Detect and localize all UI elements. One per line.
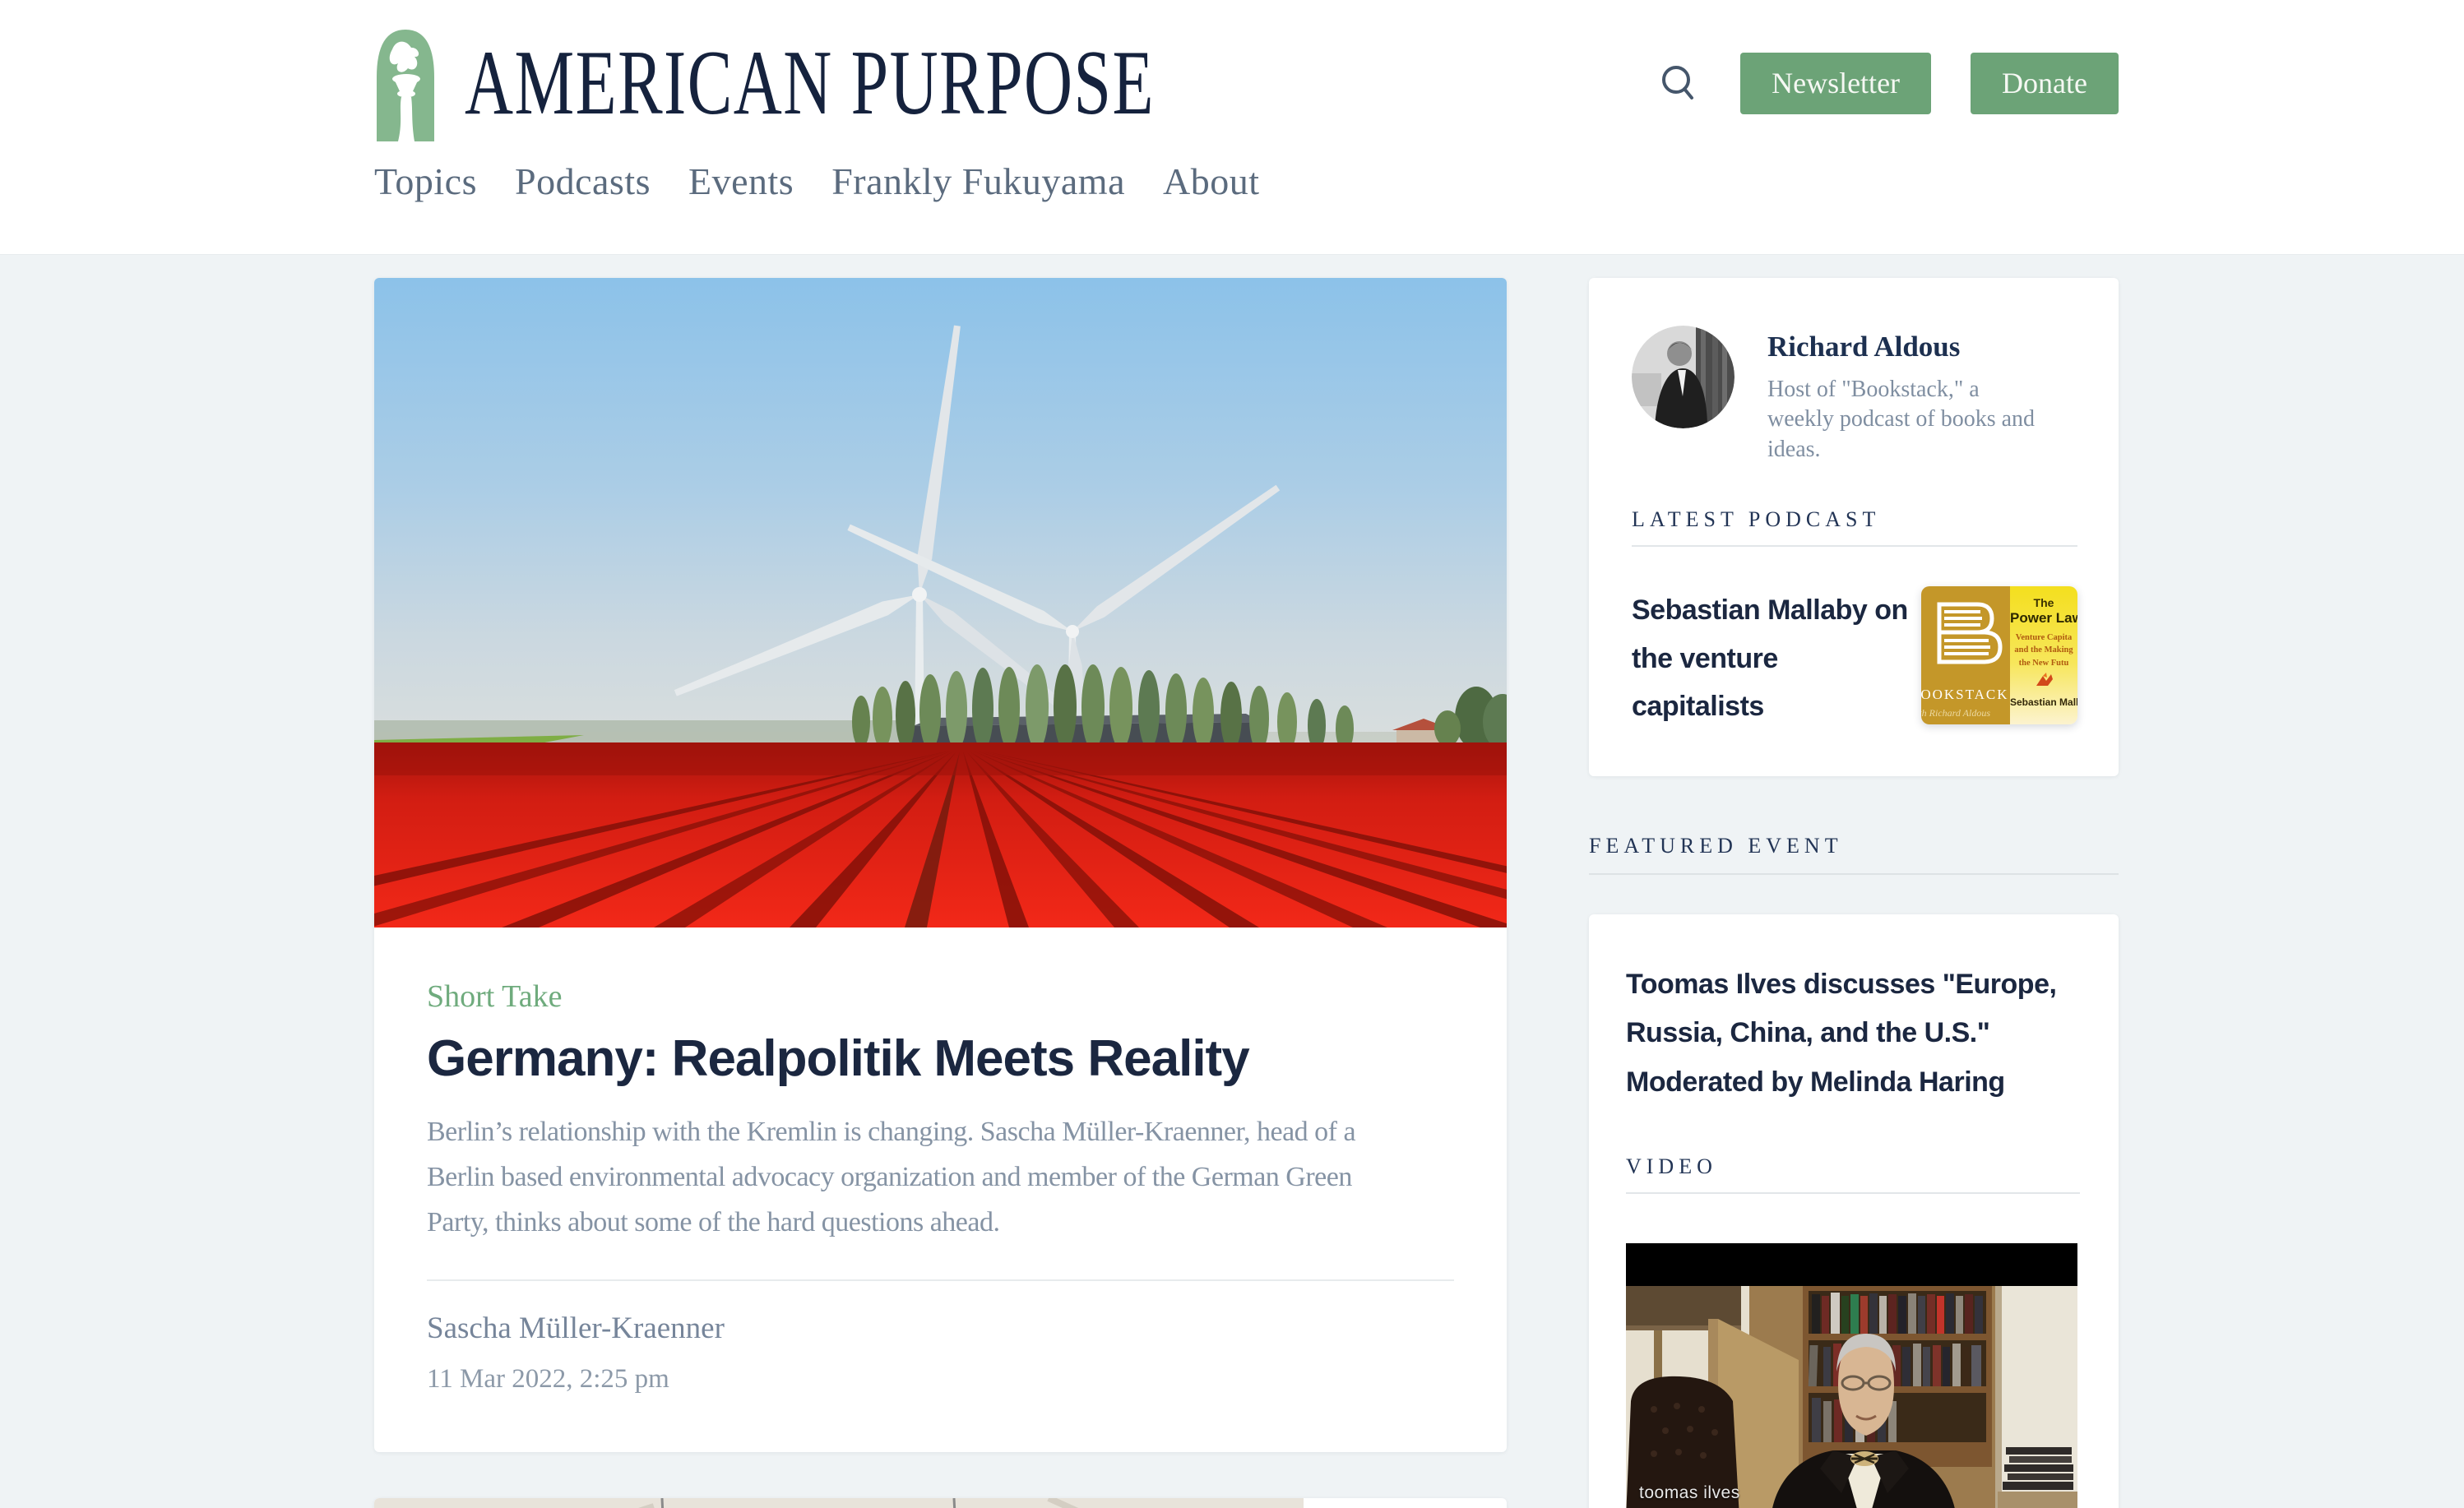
event-title[interactable]: Toomas Ilves discusses "Europe, Russia, …	[1626, 960, 2080, 1108]
second-article-card	[374, 1498, 1507, 1508]
sidebar: Richard Aldous Host of "Bookstack," a we…	[1589, 278, 2119, 1508]
bookstack-logo: BOOKSTACK with Richard Aldous	[1921, 586, 2010, 724]
divider	[1626, 1192, 2080, 1194]
brand-name: AMERICAN PURPOSE	[465, 30, 1155, 136]
podcast-host-card: Richard Aldous Host of "Bookstack," a we…	[1589, 278, 2119, 776]
bookstack-wordmark: BOOKSTACK	[1921, 687, 2010, 703]
article-date: 11 Mar 2022, 2:25 pm	[427, 1364, 1454, 1395]
podcast-thumbnail[interactable]: BOOKSTACK with Richard Aldous The Power …	[1921, 586, 2077, 724]
divider	[1589, 873, 2119, 875]
video-frame	[1626, 1286, 2077, 1508]
avatar[interactable]	[1632, 326, 1735, 428]
bookstack-byline: with Richard Aldous	[1921, 707, 2010, 719]
book-cover: The Power Law Venture Capita and the Mak…	[2010, 586, 2077, 724]
article-category[interactable]: Short Take	[427, 978, 1454, 1015]
main-nav: Topics Podcasts Events Frankly Fukuyama …	[374, 160, 2119, 203]
site-header: AMERICAN PURPOSE Newsletter Donate Topic…	[0, 0, 2464, 255]
latest-podcast-item[interactable]: Sebastian Mallaby on the venture capital…	[1632, 586, 2077, 730]
article-excerpt: Berlin’s relationship with the Kremlin i…	[427, 1109, 1454, 1245]
latest-podcast-label: LATEST PODCAST	[1632, 507, 2077, 532]
search-icon[interactable]	[1658, 62, 1701, 104]
podcast-title[interactable]: Sebastian Mallaby on the venture capital…	[1632, 586, 1911, 730]
video-label: VIDEO	[1626, 1154, 2080, 1179]
host-bio: Host of "Bookstack," a weekly podcast of…	[1767, 375, 2039, 465]
nav-item-events[interactable]: Events	[688, 160, 794, 203]
featured-event-label: FEATURED EVENT	[1589, 834, 1843, 858]
divider	[427, 1279, 1454, 1281]
main-column: Short Take Germany: Realpolitik Meets Re…	[374, 278, 1507, 1508]
liberty-torch-logo-icon	[374, 25, 437, 141]
nav-item-topics[interactable]: Topics	[374, 160, 477, 203]
host-name[interactable]: Richard Aldous	[1767, 331, 2039, 363]
article-author[interactable]: Sascha Müller-Kraenner	[427, 1311, 1454, 1346]
divider	[1632, 545, 2077, 547]
event-video-player[interactable]: toomas ilves	[1626, 1243, 2077, 1508]
video-caption: toomas ilves	[1639, 1483, 1740, 1503]
donate-button[interactable]: Donate	[1971, 53, 2119, 114]
second-article-image[interactable]	[374, 1498, 1304, 1508]
featured-article-card: Short Take Germany: Realpolitik Meets Re…	[374, 278, 1507, 1452]
newsletter-button[interactable]: Newsletter	[1740, 53, 1931, 114]
brand-logo[interactable]: AMERICAN PURPOSE	[374, 25, 1410, 141]
featured-event-card: Toomas Ilves discusses "Europe, Russia, …	[1589, 914, 2119, 1508]
article-hero-image[interactable]	[374, 278, 1507, 927]
nav-item-frankly-fukuyama[interactable]: Frankly Fukuyama	[831, 160, 1125, 203]
nav-item-about[interactable]: About	[1163, 160, 1260, 203]
origami-unicorn-icon	[2033, 671, 2054, 687]
nav-item-podcasts[interactable]: Podcasts	[515, 160, 651, 203]
article-title[interactable]: Germany: Realpolitik Meets Reality	[427, 1029, 1454, 1088]
